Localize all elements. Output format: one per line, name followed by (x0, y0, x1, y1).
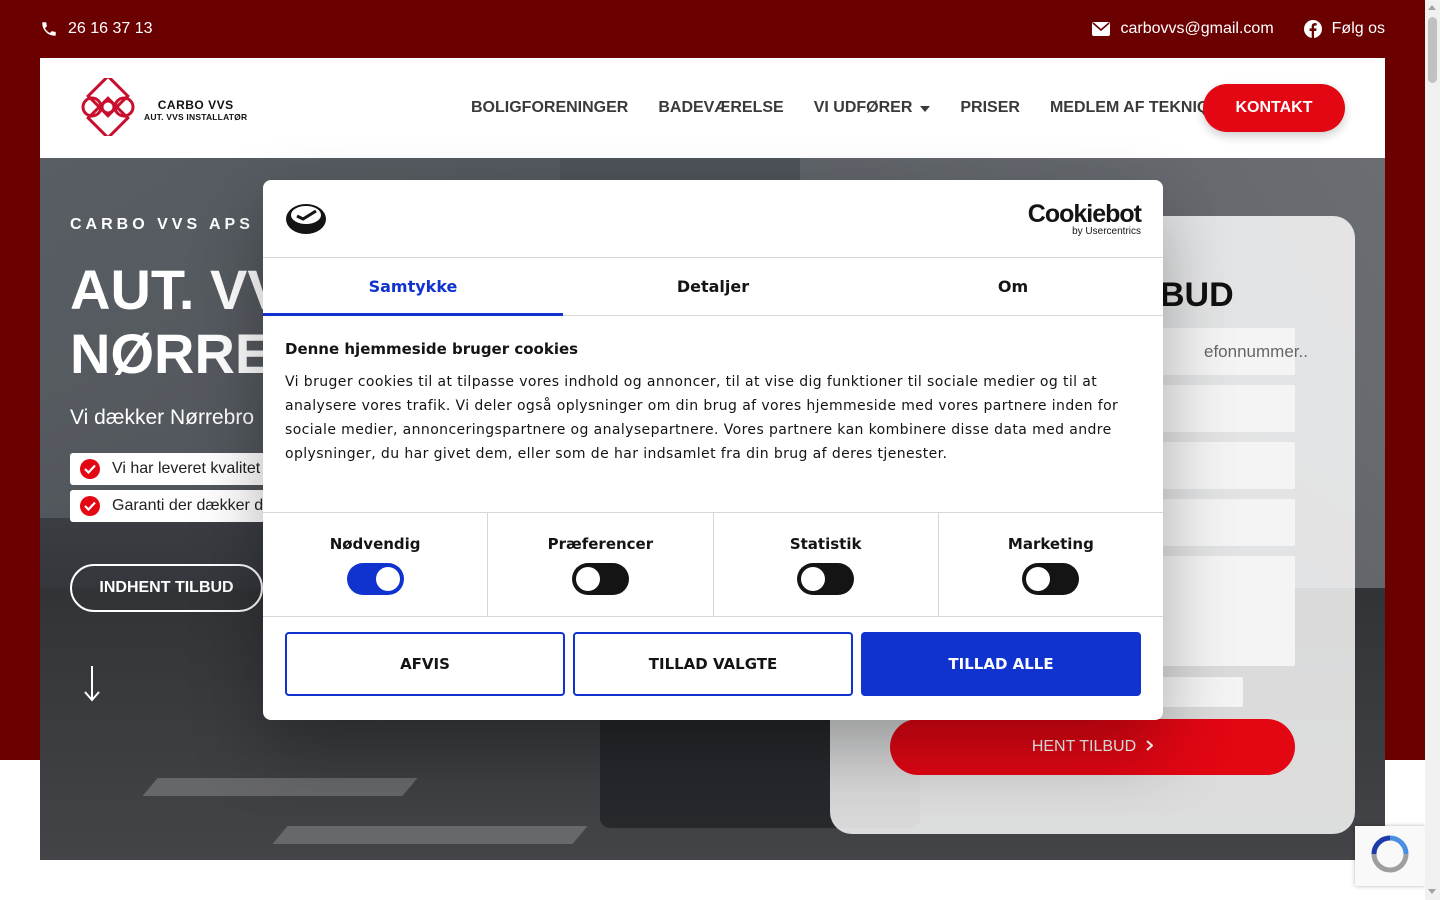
tab-om[interactable]: Om (863, 258, 1163, 315)
toggle-knob (575, 566, 600, 591)
nav-item-tekniq[interactable]: MEDLEM AF TEKNIQ (1050, 99, 1209, 117)
email-address: carbovvs@gmail.com (1120, 20, 1274, 37)
toggle-label: Statistik (789, 534, 862, 553)
cookie-action-buttons: AFVIS TILLAD VALGTE TILLAD ALLE (263, 617, 1163, 711)
toggle-label: Nødvendig (329, 534, 421, 553)
deny-button[interactable]: AFVIS (285, 632, 565, 696)
nav-item-boligforeninger[interactable]: BOLIGFORENINGER (471, 99, 628, 117)
chevron-right-icon (1146, 738, 1154, 756)
toggle-group-nodvendig: Nødvendig (263, 513, 489, 616)
phone-field-placeholder: efonnummer.. (1204, 341, 1308, 361)
cookie-description: Vi bruger cookies til at tilpasse vores … (285, 374, 1119, 462)
scrollbar-thumb[interactable] (1428, 17, 1437, 83)
tab-detaljer[interactable]: Detaljer (563, 258, 863, 315)
caret-down-icon (920, 99, 931, 117)
hent-tilbud-button[interactable]: HENT TILBUD (890, 719, 1295, 775)
phone-number: 26 16 37 13 (68, 20, 153, 37)
toggle-praeferencer[interactable] (571, 562, 629, 595)
hero-check-item: Garanti der dækker d (70, 490, 290, 522)
check-circle-icon (80, 459, 100, 479)
cookie-category-toggles: Nødvendig Præferencer Statistik Marketin… (263, 512, 1163, 617)
topbar: 26 16 37 13 carbovvs@gmail.com Følg os (40, 0, 1385, 58)
toggle-group-statistik: Statistik (714, 513, 939, 616)
nav-item-priser[interactable]: PRISER (960, 99, 1020, 117)
email-link[interactable]: carbovvs@gmail.com (1092, 20, 1274, 38)
hero-eyebrow: CARBO VVS APS (70, 216, 254, 233)
kontakt-button[interactable]: KONTAKT (1203, 84, 1345, 132)
nav-item-label: VI UDFØRER (813, 99, 913, 116)
cookiebot-brand-main: Cookiebot (1027, 200, 1142, 228)
toggle-label: Præferencer (547, 534, 654, 553)
follow-label: Følg os (1331, 20, 1385, 37)
cookie-dialog-body: Denne hjemmeside bruger cookies Vi bruge… (263, 316, 1163, 512)
cookiebot-logo-icon (285, 202, 327, 240)
toggle-statistik[interactable] (797, 562, 855, 595)
cookie-tabs: Samtykke Detaljer Om (263, 258, 1163, 316)
form-title: BUD (1160, 276, 1234, 314)
celtic-knot-icon (80, 74, 136, 141)
allow-all-button[interactable]: TILLAD ALLE (861, 632, 1141, 696)
indhent-tilbud-button[interactable]: INDHENT TILBUD (70, 564, 263, 612)
site-logo[interactable]: CARBO VVS AUT. VVS INSTALLATØR (80, 74, 248, 141)
scroll-down-arrow-icon[interactable] (84, 666, 100, 707)
toggle-label: Marketing (1007, 534, 1094, 553)
allow-selected-button[interactable]: TILLAD VALGTE (573, 632, 853, 696)
nav-item-badevaerelse[interactable]: BADEVÆRELSE (658, 99, 783, 117)
hent-tilbud-label: HENT TILBUD (1031, 738, 1137, 755)
scroll-down-arrow-icon[interactable] (1428, 889, 1436, 894)
toggle-group-marketing: Marketing (939, 513, 1163, 616)
toggle-marketing[interactable] (1022, 562, 1080, 595)
hero-subtitle: Vi dækker Nørrebro (70, 406, 254, 429)
cookie-heading: Denne hjemmeside bruger cookies (285, 340, 579, 358)
logo-tagline: AUT. VVS INSTALLATØR (144, 111, 248, 122)
phone-icon (40, 20, 58, 38)
nav-item-vi-udforer[interactable]: VI UDFØRER (814, 99, 931, 117)
main-nav: BOLIGFORENINGER BADEVÆRELSE VI UDFØRER P… (471, 58, 1209, 158)
site-header: CARBO VVS AUT. VVS INSTALLATØR BOLIGFORE… (40, 58, 1385, 158)
hero-check-text: Vi har leveret kvalitet (112, 460, 261, 477)
envelope-icon (1092, 22, 1111, 36)
scroll-up-arrow-icon[interactable] (1428, 5, 1436, 10)
hero-title: AUT. VV NØRREI (70, 258, 288, 385)
check-circle-icon (80, 496, 100, 516)
page-scrollbar[interactable] (1425, 0, 1440, 900)
hero-check-item: Vi har leveret kvalitet (70, 453, 290, 485)
phone-link[interactable]: 26 16 37 13 (40, 20, 153, 38)
toggle-group-praeferencer: Præferencer (488, 513, 714, 616)
logo-name: CARBO VVS (157, 97, 234, 112)
tab-samtykke[interactable]: Samtykke (263, 258, 563, 316)
cookie-consent-dialog: Cookiebot by Usercentrics Samtykke Detal… (263, 180, 1163, 720)
facebook-icon (1303, 20, 1322, 38)
cookie-dialog-header: Cookiebot by Usercentrics (263, 180, 1163, 258)
toggle-nodvendig[interactable] (346, 562, 404, 595)
toggle-knob (801, 566, 826, 591)
follow-link[interactable]: Følg os (1303, 20, 1385, 38)
toggle-knob (1026, 566, 1051, 591)
toggle-knob (375, 566, 400, 591)
recaptcha-badge[interactable] (1355, 826, 1425, 886)
hero-check-text: Garanti der dækker d (112, 497, 264, 514)
cookiebot-brand: Cookiebot by Usercentrics (1027, 200, 1142, 238)
recaptcha-icon (1370, 834, 1410, 879)
